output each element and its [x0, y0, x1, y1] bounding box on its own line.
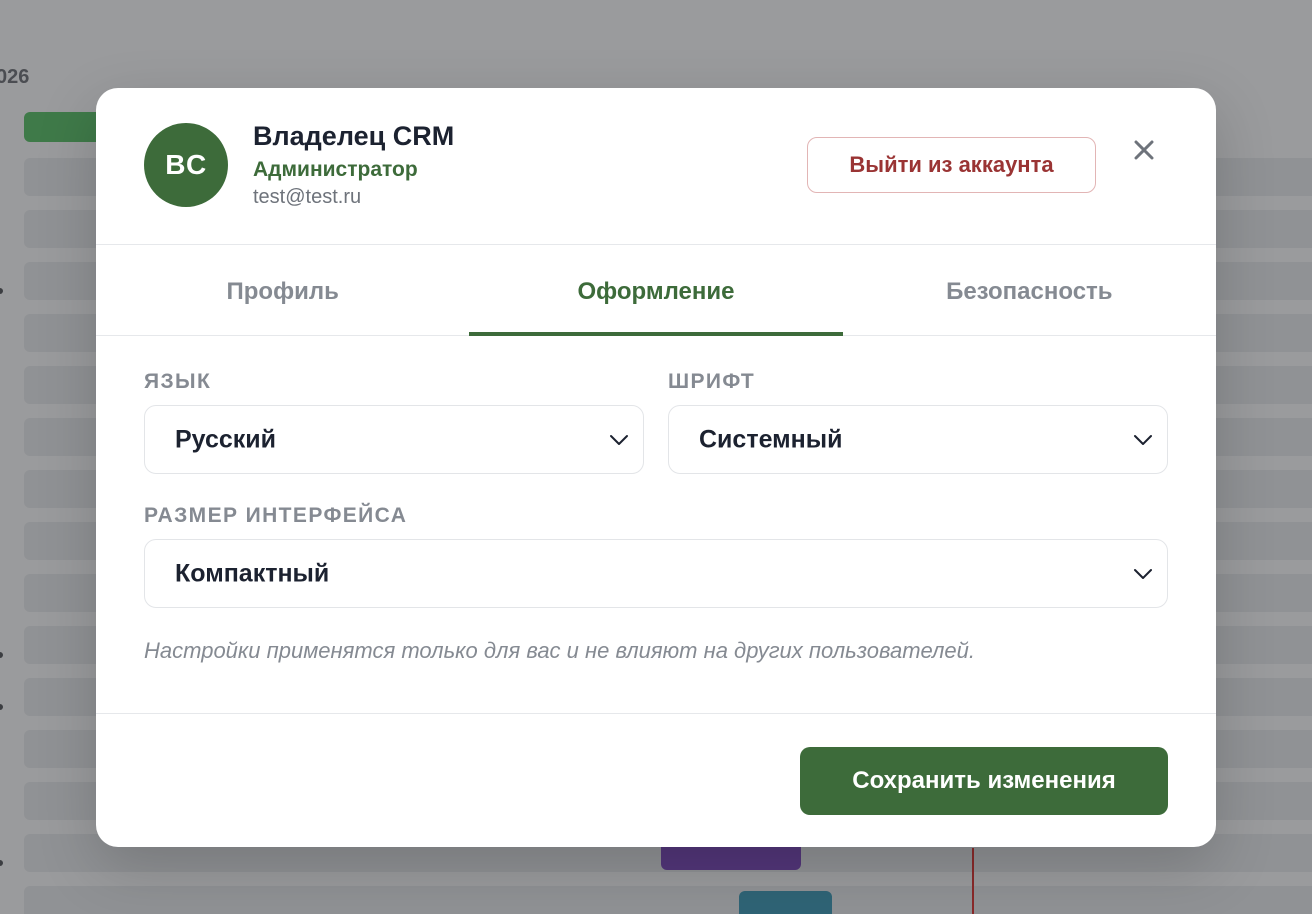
save-button[interactable]: Сохранить изменения — [800, 747, 1168, 815]
tab-appearance[interactable]: Оформление — [469, 245, 843, 336]
logout-button[interactable]: Выйти из аккаунта — [807, 137, 1096, 193]
modal-header: BC Владелец CRM Администратор test@test.… — [96, 88, 1216, 245]
interface-size-value: Компактный — [175, 559, 330, 587]
settings-hint: Настройки применятся только для вас и не… — [144, 638, 976, 663]
language-label: ЯЗЫК — [144, 370, 212, 393]
background-dot — [0, 704, 3, 710]
close-icon — [1134, 140, 1154, 160]
background-dot — [0, 652, 3, 658]
user-email: test@test.ru — [253, 186, 362, 208]
interface-size-select[interactable]: Компактный — [144, 539, 1168, 608]
user-name: Владелец CRM — [253, 121, 455, 151]
font-value: Системный — [699, 425, 843, 453]
background-today-line — [972, 848, 974, 914]
chevron-down-icon — [610, 434, 628, 445]
account-settings-modal: BC Владелец CRM Администратор test@test.… — [96, 88, 1216, 847]
language-select[interactable]: Русский — [144, 405, 644, 474]
footer-divider — [96, 713, 1216, 714]
close-button[interactable] — [1126, 132, 1162, 168]
language-value: Русский — [175, 425, 277, 453]
settings-tabs: Профиль Оформление Безопасность — [96, 245, 1216, 336]
interface-size-label: РАЗМЕР ИНТЕРФЕЙСА — [144, 504, 408, 527]
background-bar-teal — [739, 891, 832, 914]
chevron-down-icon — [1134, 568, 1152, 579]
background-dot — [0, 860, 3, 866]
background-year: 026 — [0, 66, 30, 88]
font-select[interactable]: Системный — [668, 405, 1168, 474]
avatar: BC — [144, 123, 228, 207]
tab-security[interactable]: Безопасность — [843, 245, 1216, 335]
font-label: ШРИФТ — [668, 370, 756, 393]
background-dot — [0, 288, 3, 294]
chevron-down-icon — [1134, 434, 1152, 445]
tab-profile[interactable]: Профиль — [96, 245, 469, 335]
user-role: Администратор — [253, 158, 418, 181]
background-row — [24, 886, 1312, 914]
